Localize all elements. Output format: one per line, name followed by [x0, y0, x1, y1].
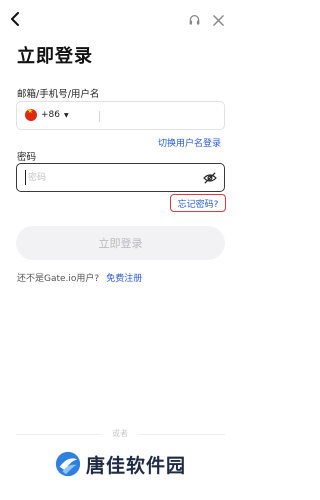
headset-icon[interactable]: [186, 12, 202, 28]
page-title: 立即登录: [17, 46, 93, 67]
top-bar: [0, 0, 241, 40]
field-divider: [99, 111, 100, 122]
caret-down-icon: ▼: [64, 111, 69, 119]
country-code: +86: [41, 110, 60, 120]
register-link[interactable]: 免费注册: [106, 271, 142, 284]
or-divider: 或者: [16, 428, 225, 440]
divider-line-right: [139, 434, 225, 435]
forgot-password-link[interactable]: 忘记密码?: [170, 194, 226, 212]
watermark-text: 唐佳软件园: [86, 454, 187, 477]
switch-username-login-link[interactable]: 切换用户名登录: [158, 136, 221, 149]
register-prompt: 还不是Gate.io用户?: [17, 274, 100, 284]
text-cursor: [25, 170, 26, 185]
password-field[interactable]: [16, 163, 225, 192]
password-label: 密码: [17, 152, 37, 163]
login-button[interactable]: 立即登录: [16, 226, 225, 260]
divider-line-left: [16, 434, 102, 435]
close-icon[interactable]: [210, 12, 226, 28]
back-icon[interactable]: [6, 10, 24, 28]
country-code-selector[interactable]: +86 ▼: [25, 109, 69, 121]
register-row: 还不是Gate.io用户? 免费注册: [17, 271, 142, 284]
account-field[interactable]: +86 ▼: [16, 101, 225, 130]
china-flag-icon: [25, 109, 37, 121]
password-input[interactable]: [28, 168, 188, 188]
account-label: 邮箱/手机号/用户名: [17, 89, 100, 100]
watermark: 唐佳软件园: [54, 450, 186, 478]
eye-off-icon[interactable]: [203, 171, 217, 185]
or-text: 或者: [112, 429, 128, 438]
watermark-logo-icon: [55, 451, 81, 477]
